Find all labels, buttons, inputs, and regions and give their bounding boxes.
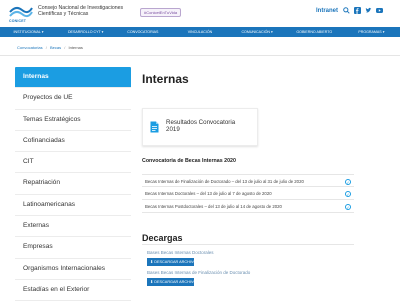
downloads-divider <box>142 244 354 245</box>
check-circle-icon: ✓ <box>345 203 351 210</box>
list-item-label: Becas Internas Doctorales – del 13 de ju… <box>145 191 272 196</box>
download-item-name: Bases Becas Internas de Finalización de … <box>147 270 251 275</box>
facebook-icon[interactable] <box>354 7 361 14</box>
search-icon[interactable] <box>343 7 350 14</box>
sidebar-item-estadias-exterior[interactable]: Estadías en el Exterior <box>15 280 131 302</box>
nav-item-gobierno-abierto[interactable]: GOBIERNO ABIERTO <box>286 27 343 37</box>
main-nav: INSTITUCIONAL ▾ DESARROLLO CYT ▾ CONVOCA… <box>0 27 400 37</box>
sidebar-item-temas-estrategicos[interactable]: Temas Estratégicos <box>15 110 131 131</box>
intranet-link[interactable]: Intranet <box>316 8 338 14</box>
nav-item-desarrollo-cyt[interactable]: DESARROLLO CYT ▾ <box>57 27 114 37</box>
nav-item-comunicacion[interactable]: COMUNICACIÓN ▾ <box>229 27 286 37</box>
breadcrumb-internas: Internas <box>68 45 83 50</box>
breadcrumb: Convocatorias / Becas / Internas <box>17 45 83 50</box>
download-item-name: Bases Becas Internas Doctorales <box>147 250 214 255</box>
download-button[interactable]: ⬇ DESCARGAR ARCHIVO <box>147 258 194 266</box>
top-icons <box>343 7 383 14</box>
list-item[interactable]: Becas Internas de Finalización de Doctor… <box>142 174 354 187</box>
sidebar-item-latinoamericanas[interactable]: Latinoamericanas <box>15 195 131 217</box>
breadcrumb-becas[interactable]: Becas <box>50 45 61 50</box>
breadcrumb-separator: / <box>45 45 47 50</box>
download-button[interactable]: ⬇ DESCARGAR ARCHIVO <box>147 278 194 286</box>
results-card[interactable]: Resultados Convocatoria 2019 <box>142 108 258 146</box>
list-item-label: Becas Internas de Finalización de Doctor… <box>145 179 304 184</box>
sidebar-item-internas[interactable]: Internas <box>15 67 131 89</box>
results-card-line2: 2019 <box>166 126 180 133</box>
sidebar-item-cofinanciadas[interactable]: Cofinanciadas <box>15 131 131 153</box>
sidebar-item-externas[interactable]: Externas <box>15 216 131 238</box>
document-icon <box>150 121 159 133</box>
list-item[interactable]: Becas Internas Doctorales – del 13 de ju… <box>142 187 354 200</box>
breadcrumb-convocatorias[interactable]: Convocatorias <box>17 45 43 50</box>
list-item-label: Becas Internas Postdoctorales – del 13 d… <box>145 204 282 209</box>
sidebar-item-empresas[interactable]: Empresas <box>15 237 131 259</box>
check-circle-icon: ✓ <box>345 178 351 185</box>
top-header: CONICET Consejo Nacional de Investigacio… <box>0 0 400 24</box>
nav-item-programas[interactable]: PROGRAMAS ▾ <box>343 27 400 37</box>
list-item[interactable]: Becas Internas Postdoctorales – del 13 d… <box>142 200 354 213</box>
nav-item-convocatorias[interactable]: CONVOCATORIAS <box>114 27 171 37</box>
downloads-title: Decargas <box>142 233 183 243</box>
org-name-line2: Científicas y Técnicas <box>38 11 89 17</box>
twitter-icon[interactable] <box>365 7 372 14</box>
sidebar-item-organismos-internacionales[interactable]: Organismos Internacionales <box>15 259 131 280</box>
results-card-line1: Resultados Convocatoria <box>166 119 236 126</box>
sidebar-item-repatriacion[interactable]: Repatriación <box>15 173 131 195</box>
youtube-icon[interactable] <box>376 7 383 14</box>
sidebar-item-proyectos-ue[interactable]: Proyectos de UE <box>15 88 131 110</box>
breadcrumb-separator: / <box>64 45 66 50</box>
nav-item-vinculacion[interactable]: VINCULACIÓN <box>171 27 228 37</box>
hashtag-badge[interactable]: #ConicetEnTuVida <box>140 8 182 17</box>
convocatoria-list: Becas Internas de Finalización de Doctor… <box>142 174 354 213</box>
logo-text: CONICET <box>9 19 27 23</box>
sidebar-item-cit[interactable]: CIT <box>15 152 131 174</box>
nav-item-institucional[interactable]: INSTITUCIONAL ▾ <box>0 27 57 37</box>
convocatoria-title: Convocatoria de Becas Internas 2020 <box>142 158 236 164</box>
sidebar: Internas Proyectos de UE Temas Estratégi… <box>15 67 131 302</box>
org-name: Consejo Nacional de Investigaciones Cien… <box>38 5 123 17</box>
page-title: Internas <box>142 72 189 86</box>
check-circle-icon: ✓ <box>345 190 351 197</box>
breadcrumb-divider <box>0 55 400 56</box>
results-card-title: Resultados Convocatoria 2019 <box>166 119 235 133</box>
